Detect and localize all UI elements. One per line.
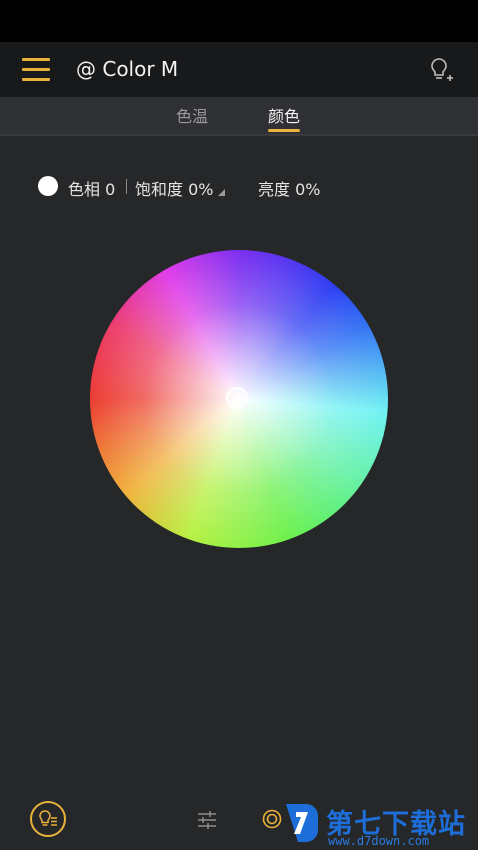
- menu-line: [22, 58, 50, 61]
- add-bulb-icon[interactable]: [428, 56, 456, 84]
- color-info-row: 色相 0 饱和度 0% 亮度 0%: [0, 172, 478, 200]
- brightness-value: 亮度 0%: [258, 180, 321, 199]
- app-bar: @ Color M: [0, 42, 478, 97]
- menu-line: [22, 78, 50, 81]
- watermark: 第七下载站 www.d7down.com: [284, 800, 478, 850]
- watermark-url: www.d7down.com: [328, 834, 430, 848]
- d7-logo-icon: [286, 804, 318, 842]
- menu-line: [22, 68, 50, 71]
- tab-divider: [0, 134, 478, 136]
- hue-value: 色相 0: [68, 180, 116, 199]
- color-swatch: [38, 176, 58, 196]
- bulb-list-icon[interactable]: [30, 801, 66, 837]
- color-picker-handle[interactable]: [226, 387, 248, 409]
- app-title: @ Color M: [76, 57, 179, 81]
- sliders-icon[interactable]: [196, 809, 218, 831]
- dropdown-corner-icon: [218, 189, 225, 196]
- info-divider: [126, 179, 127, 194]
- target-ring-icon[interactable]: [262, 809, 282, 829]
- hamburger-menu-icon[interactable]: [22, 57, 50, 81]
- tab-color[interactable]: 颜色: [268, 103, 300, 127]
- tab-color-temperature[interactable]: 色温: [176, 103, 208, 127]
- status-bar: [0, 0, 478, 42]
- active-tab-indicator: [268, 129, 300, 132]
- tab-bar: 色温 颜色: [0, 97, 478, 134]
- saturation-value[interactable]: 饱和度 0%: [135, 176, 213, 200]
